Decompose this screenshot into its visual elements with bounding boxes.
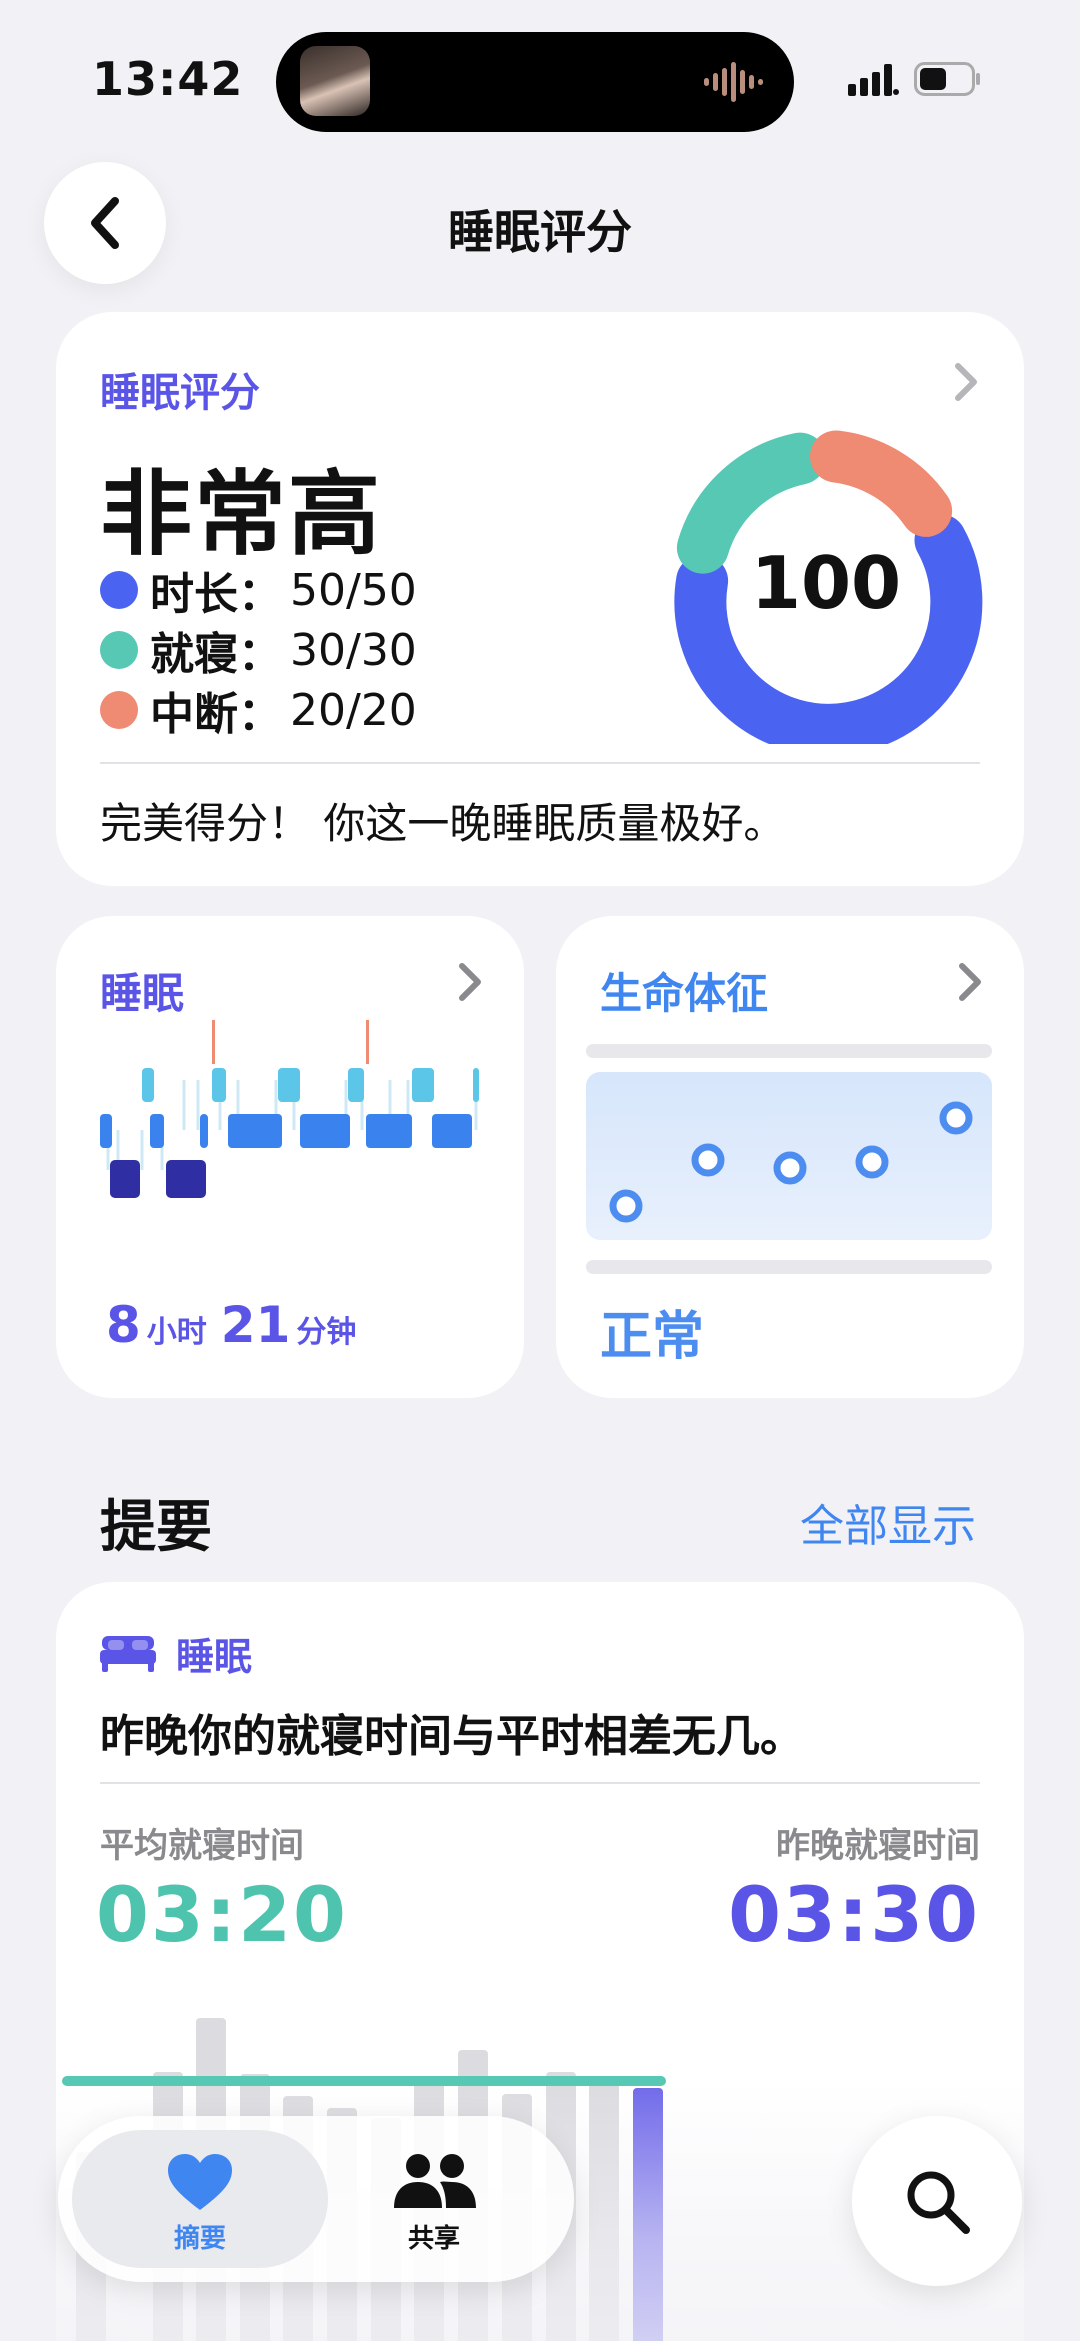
highlight-text: 昨晚你的就寝时间与平时相差无几。: [100, 1711, 804, 1762]
last-bedtime-value: 03:30: [728, 1870, 980, 1959]
legend-name: 中断：: [150, 689, 282, 740]
duration-dot: [100, 571, 138, 609]
battery-icon: [914, 62, 980, 96]
avg-bedtime-value: 03:20: [96, 1870, 348, 1959]
score-rating: 非常高: [100, 461, 383, 568]
chevron-right-icon: [955, 363, 977, 401]
tab-share[interactable]: 共享: [334, 2152, 534, 2255]
rem-block: [412, 1068, 434, 1102]
rem-block: [278, 1068, 300, 1102]
tab-share-label: 共享: [407, 2224, 460, 2254]
legend-interruptions: 中断： 20/20: [100, 682, 417, 740]
audio-wave-icon: [704, 62, 763, 102]
sleep-score-card[interactable]: 睡眠评分 非常高 时长： 50/50 就寝： 30/30 中断： 20/20 1…: [56, 312, 1024, 886]
last-bedtime-label: 昨晚就寝时间: [776, 1826, 980, 1866]
dynamic-island[interactable]: [276, 32, 794, 132]
status-time: 13:42: [92, 52, 244, 106]
legend-name: 时长：: [150, 569, 282, 620]
tab-bar: 摘要 共享: [58, 2116, 574, 2282]
donut-bedtime-segment: [676, 432, 827, 574]
vital-point: [773, 1151, 807, 1185]
section-title: 提要: [100, 1495, 212, 1560]
sleep-hours: 8: [106, 1296, 141, 1354]
vitals-status: 正常: [600, 1307, 705, 1367]
core-block: [200, 1114, 208, 1148]
island-avatar: [300, 46, 370, 116]
score-value: 100: [751, 541, 901, 625]
highlight-category: 睡眠: [176, 1635, 253, 1679]
people-icon: [394, 2154, 476, 2208]
tab-summary-label: 摘要: [173, 2224, 226, 2254]
core-block: [432, 1114, 472, 1148]
vital-point: [855, 1145, 889, 1179]
show-all-link[interactable]: 全部显示: [800, 1490, 976, 1554]
rem-block: [212, 1068, 226, 1102]
donut-interruptions-segment: [810, 430, 953, 537]
sleep-card[interactable]: 睡眠 8 小时 21 分钟: [56, 916, 524, 1398]
legend-value: 50/50: [290, 564, 417, 616]
avg-bedtime-label: 平均就寝时间: [100, 1826, 304, 1866]
heart-icon: [168, 2154, 232, 2210]
sleep-hours-unit: 小时: [146, 1315, 207, 1350]
legend-value: 30/30: [290, 624, 417, 676]
core-block: [300, 1114, 350, 1148]
vitals-chart: [586, 1044, 992, 1274]
awake-mark: [212, 1020, 215, 1064]
card-label: 睡眠: [100, 969, 185, 1018]
deep-block: [166, 1160, 206, 1198]
vital-point: [939, 1101, 973, 1135]
legend-bedtime: 就寝： 30/30: [100, 622, 417, 680]
vital-point: [609, 1189, 643, 1223]
range-bar-bottom: [586, 1260, 992, 1274]
cellular-signal-icon: [848, 64, 899, 96]
core-block: [150, 1114, 164, 1148]
chevron-right-icon: [459, 963, 481, 1001]
tab-summary[interactable]: 摘要: [100, 2152, 300, 2255]
score-donut-chart: 100: [674, 430, 983, 744]
rem-block: [348, 1068, 364, 1102]
bed-icon: [100, 1636, 156, 1672]
legend-duration: 时长： 50/50: [100, 562, 417, 620]
search-icon: [907, 2171, 970, 2234]
search-button[interactable]: [852, 2116, 1022, 2286]
page-title: 睡眠评分: [448, 205, 632, 259]
legend-name: 就寝：: [150, 629, 282, 680]
divider: [100, 1782, 980, 1784]
divider: [100, 762, 980, 764]
bedtime-dot: [100, 631, 138, 669]
rem-block: [142, 1068, 154, 1102]
core-block: [228, 1114, 282, 1148]
vital-point: [691, 1143, 725, 1177]
score-note: 完美得分！ 你这一晚睡眠质量极好。: [100, 799, 786, 848]
sleep-stages-chart: [100, 1020, 479, 1198]
chevron-right-icon: [959, 963, 981, 1001]
rem-block: [473, 1068, 479, 1102]
vitals-card[interactable]: 生命体征 正常: [556, 916, 1024, 1398]
sleep-duration: 8 小时 21 分钟: [100, 1296, 356, 1354]
range-bar-top: [586, 1044, 992, 1058]
sleep-minutes-unit: 分钟: [296, 1315, 357, 1350]
sleep-minutes: 21: [220, 1296, 291, 1354]
interruptions-dot: [100, 691, 138, 729]
core-block: [100, 1114, 112, 1148]
core-block: [366, 1114, 412, 1148]
card-label: 生命体征: [600, 969, 769, 1018]
deep-block: [110, 1160, 140, 1198]
card-label: 睡眠评分: [100, 370, 260, 416]
legend-value: 20/20: [290, 684, 417, 736]
awake-mark: [366, 1020, 369, 1064]
